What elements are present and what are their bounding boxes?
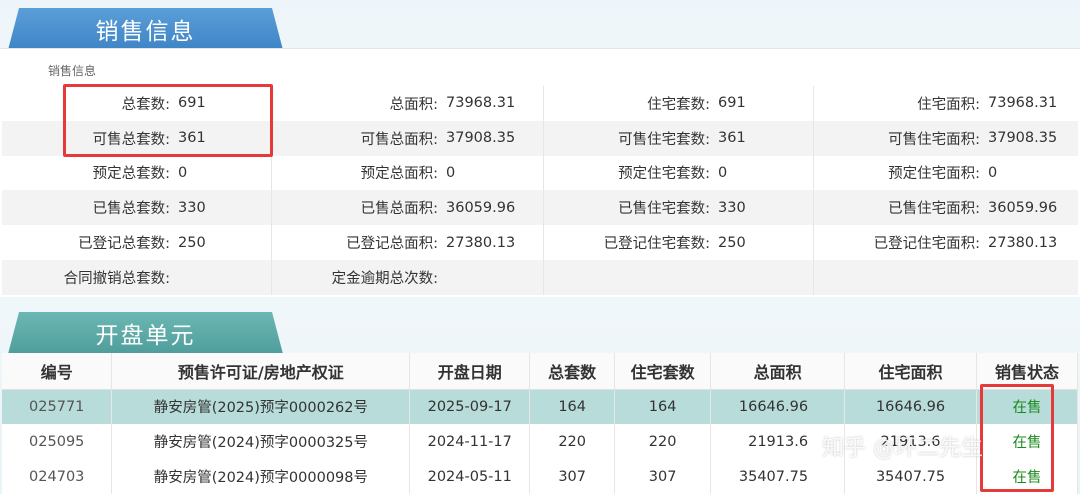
info-row: 预定总套数: 0 预定总面积: 0 预定住宅套数: 0 预定住宅面积: 0 xyxy=(2,155,1078,191)
info-label: 已登记住宅套数: xyxy=(603,236,710,253)
info-label: 预定总面积: xyxy=(360,166,438,183)
info-label: 可售总面积: xyxy=(360,131,438,148)
cell-id: 025771 xyxy=(2,389,113,424)
info-value: 361 xyxy=(718,130,746,147)
cell-res-area: 16646.96 xyxy=(844,389,978,424)
cell-total-units: 164 xyxy=(529,389,616,424)
info-value: 250 xyxy=(178,234,206,251)
col-header-id: 编号 xyxy=(2,353,113,390)
info-value: 330 xyxy=(718,199,746,216)
info-label: 已售总套数: xyxy=(92,201,170,218)
cell-permit[interactable]: 静安房管(2025)预字0000262号 xyxy=(111,389,411,424)
info-label: 预定总套数: xyxy=(92,166,170,183)
watermark: 知乎 @环二先生 xyxy=(822,436,983,461)
cell-open-date: 2024-11-17 xyxy=(409,424,531,459)
cell-permit[interactable]: 静安房管(2024)预字0000325号 xyxy=(111,424,411,459)
open-units-table-wrap: 编号 预售许可证/房地产权证 开盘日期 总套数 住宅套数 总面积 住宅面积 销售… xyxy=(2,353,1078,494)
info-value: 330 xyxy=(178,199,206,216)
info-value: 691 xyxy=(718,95,746,112)
info-label: 已售住宅套数: xyxy=(618,201,710,218)
cell-open-date: 2024-05-11 xyxy=(409,459,531,494)
col-header-open-date: 开盘日期 xyxy=(409,353,531,390)
info-value: 37908.35 xyxy=(988,130,1058,147)
highlight-box-total-units xyxy=(63,84,273,157)
info-value: 36059.96 xyxy=(446,199,516,216)
sales-info-subtitle: 销售信息 xyxy=(48,64,97,78)
info-row: 已登记总套数: 250 已登记总面积: 27380.13 已登记住宅套数: 250 已… xyxy=(2,225,1078,260)
open-units-table: 编号 预售许可证/房地产权证 开盘日期 总套数 住宅套数 总面积 住宅面积 销售… xyxy=(2,353,1078,494)
info-label: 已售住宅面积: xyxy=(888,201,980,218)
cell-total-units: 307 xyxy=(529,459,616,494)
table-row[interactable]: 024703 静安房管(2024)预字0000098号 2024-05-11 3… xyxy=(2,459,1078,494)
info-label: 已登记总面积: xyxy=(346,236,438,253)
info-value: 36059.96 xyxy=(988,199,1058,216)
cell-total-area: 16646.96 xyxy=(710,389,846,424)
table-header-row: 编号 预售许可证/房地产权证 开盘日期 总套数 住宅套数 总面积 住宅面积 销售… xyxy=(2,353,1078,390)
cell-permit[interactable]: 静安房管(2024)预字0000098号 xyxy=(111,459,411,494)
info-label: 可售住宅套数: xyxy=(618,131,710,148)
info-label: 已登记住宅面积: xyxy=(873,236,980,253)
info-label: 预定住宅面积: xyxy=(888,166,980,183)
col-header-total-area: 总面积 xyxy=(710,353,846,390)
table-row[interactable]: 025771 静安房管(2025)预字0000262号 2025-09-17 1… xyxy=(2,389,1078,424)
info-label: 住宅面积: xyxy=(917,96,980,113)
info-label: 可售住宅面积: xyxy=(888,131,980,148)
info-value: 0 xyxy=(178,164,188,181)
cell-total-area: 35407.75 xyxy=(710,459,846,494)
info-value: 73968.31 xyxy=(988,95,1058,112)
highlight-box-status xyxy=(980,384,1054,492)
info-value: 73968.31 xyxy=(446,95,516,112)
col-header-res-units: 住宅套数 xyxy=(614,353,712,390)
col-header-total-units: 总套数 xyxy=(529,353,616,390)
info-label: 预定住宅套数: xyxy=(618,166,710,183)
info-row: 合同撤销总套数: 定金逾期总次数: xyxy=(2,259,1078,295)
cell-res-units: 220 xyxy=(614,424,712,459)
cell-res-area: 35407.75 xyxy=(844,459,978,494)
sales-info-tab[interactable]: 销售信息 xyxy=(8,8,283,50)
cell-id: 025095 xyxy=(2,424,113,459)
open-units-tab[interactable]: 开盘单元 xyxy=(8,312,283,354)
info-label: 合同撤销总套数: xyxy=(63,270,170,287)
info-value: 27380.13 xyxy=(446,234,516,251)
info-row: 已售总套数: 330 已售总面积: 36059.96 已售住宅套数: 330 已售住宅… xyxy=(2,190,1078,226)
info-value: 37908.35 xyxy=(446,130,516,147)
info-value: 27380.13 xyxy=(988,234,1058,251)
info-value: 0 xyxy=(988,164,998,181)
info-label: 定金逾期总次数: xyxy=(331,270,438,287)
col-header-res-area: 住宅面积 xyxy=(844,353,978,390)
cell-res-units: 307 xyxy=(614,459,712,494)
cell-open-date: 2025-09-17 xyxy=(409,389,531,424)
info-value: 0 xyxy=(718,164,728,181)
col-header-permit: 预售许可证/房地产权证 xyxy=(111,353,411,390)
info-value: 0 xyxy=(446,164,456,181)
cell-total-units: 220 xyxy=(529,424,616,459)
info-label: 已登记总套数: xyxy=(78,236,170,253)
cell-id: 024703 xyxy=(2,459,113,494)
cell-res-units: 164 xyxy=(614,389,712,424)
info-label: 住宅套数: xyxy=(647,96,710,113)
info-value: 250 xyxy=(718,234,746,251)
info-label: 总面积: xyxy=(389,96,438,113)
info-label: 已售总面积: xyxy=(360,201,438,218)
